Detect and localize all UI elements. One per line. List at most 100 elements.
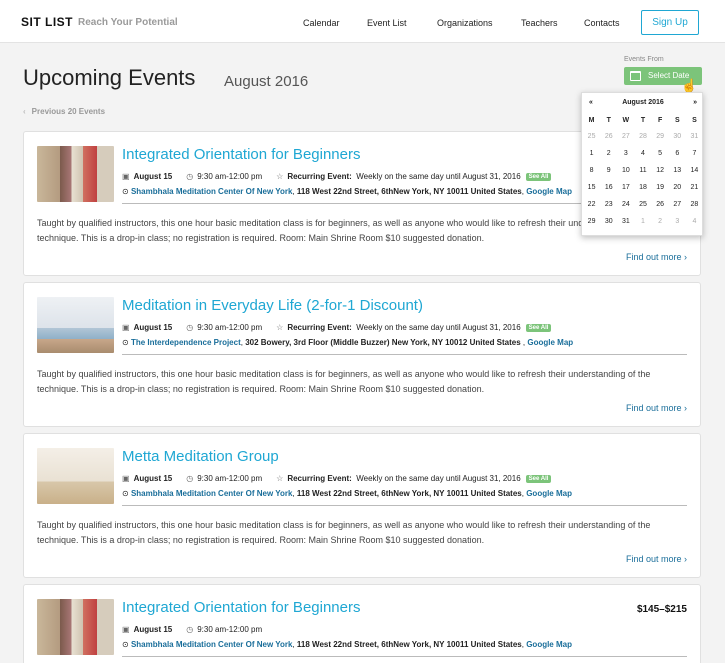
- calendar-day[interactable]: 16: [600, 179, 617, 196]
- calendar-day[interactable]: 18: [634, 179, 651, 196]
- calendar-icon: [630, 71, 641, 81]
- calendar-day[interactable]: 25: [583, 128, 600, 145]
- sign-up-button[interactable]: Sign Up: [641, 10, 699, 35]
- star-icon: ☆: [276, 172, 284, 181]
- calendar-day[interactable]: 15: [583, 179, 600, 196]
- calendar-day[interactable]: 20: [669, 179, 686, 196]
- calendar-day[interactable]: 2: [600, 145, 617, 162]
- event-date: August 15: [133, 323, 173, 332]
- star-icon: ☆: [276, 474, 284, 483]
- find-out-more-link[interactable]: Find out more ›: [626, 403, 687, 413]
- weekday-label: S: [692, 117, 697, 124]
- event-thumbnail[interactable]: [37, 448, 114, 504]
- find-out-more-link[interactable]: Find out more ›: [626, 252, 687, 262]
- top-navbar: SIT LIST Reach Your Potential Calendar E…: [0, 0, 725, 43]
- calendar-day[interactable]: 27: [669, 196, 686, 213]
- event-thumbnail[interactable]: [37, 297, 114, 353]
- google-map-link[interactable]: Google Map: [526, 640, 572, 649]
- next-month-button[interactable]: »: [693, 99, 697, 106]
- calendar-day[interactable]: 30: [669, 128, 686, 145]
- calendar-day[interactable]: 2: [652, 213, 669, 230]
- calendar-day[interactable]: 17: [617, 179, 634, 196]
- page-title: Upcoming Events: [23, 65, 196, 90]
- nav-organizations[interactable]: Organizations: [437, 18, 493, 28]
- calendar-day[interactable]: 1: [583, 145, 600, 162]
- nav-teachers[interactable]: Teachers: [521, 18, 558, 28]
- divider: [122, 505, 687, 506]
- calendar-day[interactable]: 13: [669, 162, 686, 179]
- calendar-day[interactable]: 31: [617, 213, 634, 230]
- event-title[interactable]: Meditation in Everyday Life (2-for-1 Dis…: [122, 297, 423, 314]
- calendar-day[interactable]: 19: [652, 179, 669, 196]
- calendar-day[interactable]: 8: [583, 162, 600, 179]
- calendar-day[interactable]: 6: [669, 145, 686, 162]
- calendar-day[interactable]: 22: [583, 196, 600, 213]
- calendar-day[interactable]: 14: [686, 162, 703, 179]
- map-pin-icon: ⊙: [122, 338, 129, 347]
- find-out-more-label: Find out more: [625, 403, 682, 413]
- calendar-day[interactable]: 25: [634, 196, 651, 213]
- find-out-more-link[interactable]: Find out more ›: [626, 554, 687, 564]
- venue-link[interactable]: The Interdependence Project: [131, 338, 241, 347]
- event-title[interactable]: Integrated Orientation for Beginners: [122, 146, 360, 163]
- event-location: ⊙ The Interdependence Project, 302 Bower…: [122, 338, 574, 347]
- calendar-day[interactable]: 21: [686, 179, 703, 196]
- date-picker-popup: « August 2016 » M T W T F S S 25 26 27 2…: [581, 92, 703, 236]
- event-title[interactable]: Metta Meditation Group: [122, 448, 279, 465]
- venue-link[interactable]: Shambhala Meditation Center Of New York: [131, 187, 293, 196]
- calendar-day[interactable]: 12: [652, 162, 669, 179]
- calendar-day[interactable]: 28: [634, 128, 651, 145]
- brand-logo[interactable]: SIT LIST: [21, 15, 73, 29]
- calendar-day[interactable]: 4: [686, 213, 703, 230]
- recurring-text: Weekly on the same day until August 31, …: [356, 474, 521, 483]
- calendar-day[interactable]: 26: [600, 128, 617, 145]
- event-location: ⊙ Shambhala Meditation Center Of New Yor…: [122, 489, 572, 498]
- calendar-day[interactable]: 27: [617, 128, 634, 145]
- calendar-day[interactable]: 31: [686, 128, 703, 145]
- calendar-day[interactable]: 4: [634, 145, 651, 162]
- map-pin-icon: ⊙: [122, 489, 129, 498]
- see-all-button[interactable]: See All: [525, 173, 552, 181]
- calendar-day[interactable]: 23: [600, 196, 617, 213]
- calendar-day[interactable]: 11: [634, 162, 651, 179]
- weekday-label: T: [606, 117, 611, 124]
- calendar-day[interactable]: 30: [600, 213, 617, 230]
- google-map-link[interactable]: Google Map: [527, 338, 573, 347]
- event-meta: ▣ August 15 ◷ 9:30 am-12:00 pm ☆ Recurring Ev…: [122, 172, 552, 181]
- calendar-day[interactable]: 1: [634, 213, 651, 230]
- previous-events-link[interactable]: ‹ Previous 20 Events: [23, 107, 105, 116]
- calendar-day[interactable]: 10: [617, 162, 634, 179]
- recurring-text: Weekly on the same day until August 31, …: [356, 323, 521, 332]
- calendar-day[interactable]: 26: [652, 196, 669, 213]
- see-all-button[interactable]: See All: [525, 475, 552, 483]
- see-all-button[interactable]: See All: [525, 324, 552, 332]
- calendar-icon: ▣: [122, 625, 130, 634]
- nav-event-list[interactable]: Event List: [367, 18, 407, 28]
- venue-link[interactable]: Shambhala Meditation Center Of New York: [131, 489, 293, 498]
- recurring-label: Recurring Event:: [287, 474, 352, 483]
- calendar-day[interactable]: 3: [669, 213, 686, 230]
- event-meta: ▣ August 15 ◷ 9:30 am-12:00 pm: [122, 625, 262, 634]
- calendar-icon: ▣: [122, 474, 130, 483]
- google-map-link[interactable]: Google Map: [526, 489, 572, 498]
- venue-link[interactable]: Shambhala Meditation Center Of New York: [131, 640, 293, 649]
- clock-icon: ◷: [186, 474, 194, 483]
- calendar-day[interactable]: 28: [686, 196, 703, 213]
- prev-month-button[interactable]: «: [589, 99, 593, 106]
- nav-calendar[interactable]: Calendar: [303, 18, 340, 28]
- recurring-label: Recurring Event:: [287, 172, 352, 181]
- weekday-label: T: [640, 117, 646, 124]
- calendar-day[interactable]: 3: [617, 145, 634, 162]
- calendar-day[interactable]: 9: [600, 162, 617, 179]
- event-thumbnail[interactable]: [37, 146, 114, 202]
- google-map-link[interactable]: Google Map: [526, 187, 572, 196]
- event-title[interactable]: Integrated Orientation for Beginners: [122, 599, 360, 616]
- calendar-day[interactable]: 29: [583, 213, 600, 230]
- divider: [122, 656, 687, 657]
- calendar-day[interactable]: 5: [652, 145, 669, 162]
- event-thumbnail[interactable]: [37, 599, 114, 655]
- calendar-day[interactable]: 7: [686, 145, 703, 162]
- calendar-day[interactable]: 24: [617, 196, 634, 213]
- nav-contacts[interactable]: Contacts: [584, 18, 620, 28]
- calendar-day[interactable]: 29: [652, 128, 669, 145]
